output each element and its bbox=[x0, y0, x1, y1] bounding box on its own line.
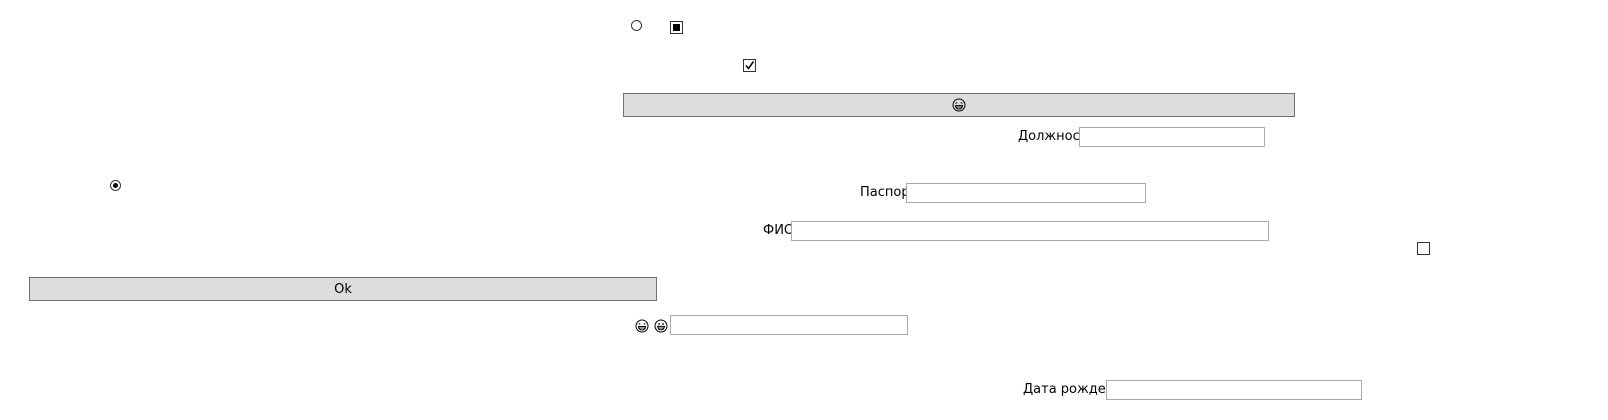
laughing-face-icon bbox=[952, 98, 966, 112]
emoji-text-input[interactable] bbox=[670, 315, 908, 335]
position-input[interactable] bbox=[1079, 127, 1265, 147]
radio-button-unchecked[interactable] bbox=[631, 20, 642, 31]
fio-label: ФИО bbox=[763, 223, 795, 238]
checkmark-icon bbox=[745, 61, 755, 70]
ok-button-label: Ok bbox=[334, 281, 352, 297]
ok-button[interactable]: Ok bbox=[29, 277, 657, 301]
fio-input[interactable] bbox=[791, 221, 1269, 241]
radio-button-checked[interactable] bbox=[110, 180, 121, 191]
grinning-face-icon bbox=[654, 319, 668, 333]
checkbox-indeterminate[interactable] bbox=[670, 21, 683, 34]
emoji-button[interactable] bbox=[623, 93, 1295, 117]
passport-input[interactable] bbox=[906, 183, 1146, 203]
checkbox-checked[interactable] bbox=[743, 59, 756, 72]
checkbox-unchecked[interactable] bbox=[1417, 242, 1430, 255]
laughing-face-icon bbox=[635, 319, 649, 333]
birthdate-input[interactable] bbox=[1106, 380, 1362, 400]
